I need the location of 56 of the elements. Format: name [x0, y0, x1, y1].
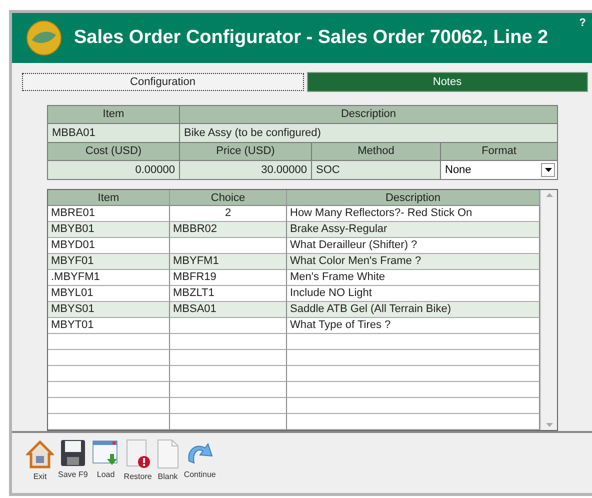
house-icon [26, 439, 54, 470]
toolbar-button[interactable]: Continue [184, 439, 216, 493]
toolbar-button[interactable]: Blank [156, 439, 180, 493]
tab[interactable]: Configuration [22, 72, 304, 92]
leaf-logo-icon [26, 20, 62, 56]
window-title: Sales Order Configurator - Sales Order 70062, Line 2 [74, 26, 548, 49]
column-header: Cost (USD) [48, 143, 179, 160]
document-error-icon [124, 439, 151, 470]
table-cell: 2 [170, 206, 287, 222]
scrollbar[interactable] [540, 190, 557, 430]
column-header: Method [312, 143, 440, 160]
table-cell: What Color Men's Frame ? [287, 254, 540, 270]
table-cell: Include NO Light [287, 286, 540, 302]
table-cell: MBYB01 [48, 222, 170, 238]
table-cell: MBYFM1 [170, 254, 287, 270]
table-cell: How Many Reflectors?- Red Stick On [287, 206, 540, 222]
format-dropdown[interactable]: None [441, 161, 557, 180]
table-cell: .MBYFM1 [48, 270, 170, 286]
table-cell: What Derailleur (Shifter) ? [287, 238, 540, 254]
toolbar-button[interactable]: Exit [26, 439, 54, 493]
table-cell: MBYL01 [48, 286, 170, 302]
table-cell: MBYS01 [48, 302, 170, 318]
caret-icon [544, 168, 552, 172]
table-cell: MBYF01 [48, 254, 170, 270]
column-header: Choice [170, 190, 287, 206]
toolbar-button[interactable]: Restore [124, 439, 152, 493]
window-download-icon [92, 439, 120, 468]
tab[interactable]: Notes [306, 72, 588, 92]
column-header: Price (USD) [180, 143, 311, 160]
help-button[interactable]: ? [579, 17, 586, 29]
table-cell: 0.00000 [48, 161, 179, 180]
table-cell: MBBR02 [170, 222, 287, 238]
table-cell: MBFR19 [170, 270, 287, 286]
table-cell: 30.00000 [180, 161, 311, 180]
column-header: Item [48, 190, 170, 206]
table-cell: MBBA01 [48, 124, 179, 142]
toolbar-button[interactable]: Load [92, 439, 120, 493]
scroll-up-icon [546, 193, 552, 198]
toolbar-button[interactable]: Save F9 [58, 439, 88, 493]
table-cell: MBZLT1 [170, 286, 287, 302]
blank-page-icon [156, 439, 180, 470]
table-cell: MBYT01 [48, 318, 170, 334]
table-cell: Saddle ATB Gel (All Terrain Bike) [287, 302, 540, 318]
table-cell: MBRE01 [48, 206, 170, 222]
table-cell: What Type of Tires ? [287, 318, 540, 334]
table-cell: Bike Assy (to be configured) [180, 124, 557, 142]
table-cell: Men's Frame White [287, 270, 540, 286]
table-cell: Brake Assy-Regular [287, 222, 540, 238]
column-header: Description [180, 106, 557, 124]
column-header: Format [441, 143, 557, 160]
table-cell: SOC [312, 161, 440, 180]
table-cell: MBYD01 [48, 238, 170, 254]
column-header: Description [287, 190, 540, 206]
column-header: Item [48, 106, 179, 124]
table-cell: MBSA01 [170, 302, 287, 318]
scroll-down-icon [546, 423, 552, 428]
